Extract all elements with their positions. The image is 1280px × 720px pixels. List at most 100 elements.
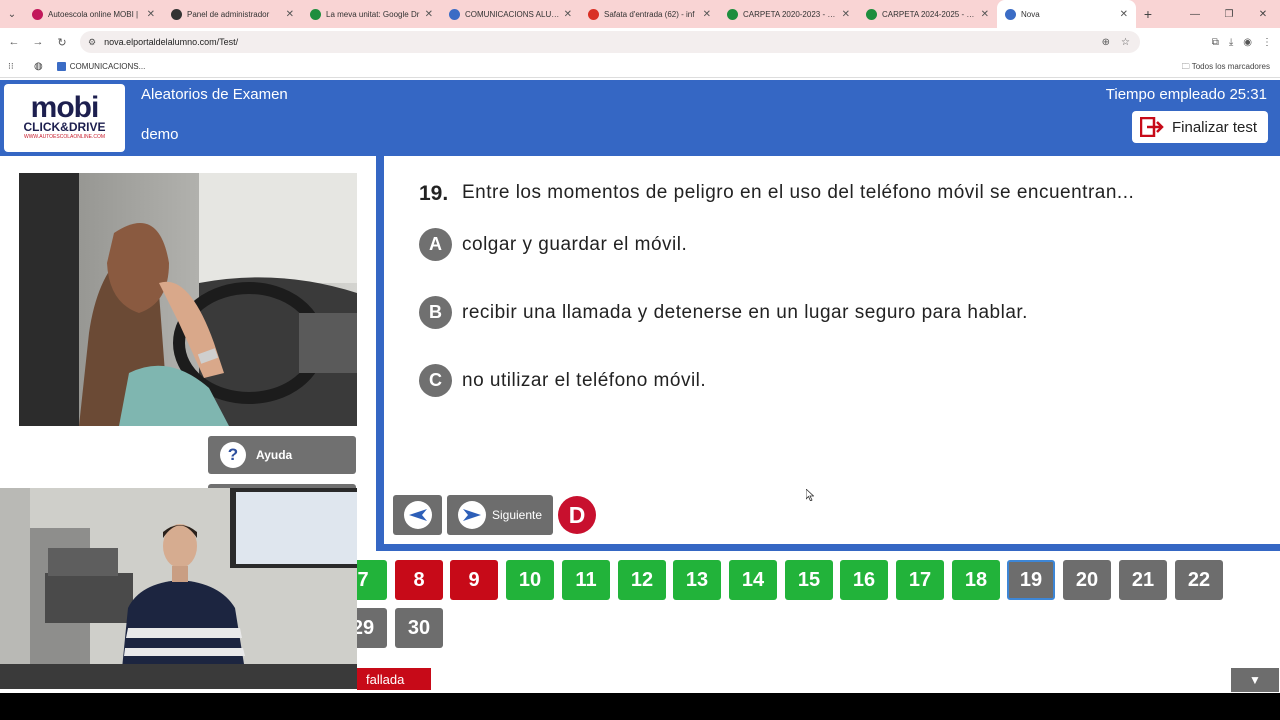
question-button[interactable]: 30 (395, 608, 443, 648)
question-button[interactable]: 10 (506, 560, 554, 600)
browser-tab-bar: ⌄ Autoescola online MOBI | ✕ Panel de admi… (0, 0, 1280, 28)
tab-close-icon[interactable]: ✕ (1120, 9, 1128, 20)
browser-tab[interactable]: Safata d'entrada (62) - inf ✕ (580, 0, 719, 28)
apps-icon[interactable]: ⁝⁝ (8, 61, 22, 72)
question-number: 19. (419, 182, 449, 205)
url-field[interactable]: ⚙ nova.elportaldelalumno.com/Test/ ⊕ ☆ (80, 31, 1140, 53)
browser-tab[interactable]: Panel de administrador ✕ (163, 0, 302, 28)
tab-label: Autoescola online MOBI | (48, 9, 139, 19)
forward-icon[interactable]: → (26, 36, 50, 48)
bookmark-star-icon[interactable]: ☆ (1121, 37, 1130, 48)
back-icon[interactable]: ← (2, 36, 26, 48)
answer-b[interactable]: B recibir una llamada y detenerse en un … (419, 296, 1028, 329)
minimize-icon[interactable]: — (1178, 9, 1212, 20)
navigation-row: Siguiente D (393, 495, 596, 535)
scroll-down-button[interactable]: ▼ (1231, 668, 1279, 692)
menu-icon[interactable]: ⋮ (1262, 37, 1272, 48)
address-bar: ← → ↻ ⚙ nova.elportaldelalumno.com/Test/… (0, 28, 1280, 56)
tab-close-icon[interactable]: ✕ (981, 9, 989, 20)
previous-button[interactable] (393, 495, 442, 535)
help-label: Ayuda (256, 448, 293, 462)
tab-favicon-icon (1005, 8, 1016, 20)
zoom-icon[interactable]: ⊕ (1102, 37, 1110, 48)
next-button[interactable]: Siguiente (447, 495, 553, 535)
profile-icon[interactable]: ◉ (1243, 37, 1252, 48)
restore-icon[interactable]: ❐ (1212, 9, 1246, 20)
question-button[interactable]: 9 (450, 560, 498, 600)
section-divider (376, 544, 1280, 551)
logo-sub: CLICK&DRIVE (23, 120, 106, 134)
tab-label: Panel de administrador (187, 9, 270, 19)
arrow-left-icon (403, 501, 432, 529)
help-icon: ? (220, 442, 246, 468)
browser-tab[interactable]: La meva unitat: Google Dr ✕ (302, 0, 441, 28)
tab-favicon-icon (449, 8, 460, 20)
tab-label: La meva unitat: Google Dr (326, 9, 420, 19)
tab-list-icon[interactable]: ⌄ (0, 9, 24, 20)
download-icon[interactable]: ⤓ (1229, 37, 1233, 48)
answer-c[interactable]: C no utilizar el teléfono móvil. (419, 364, 706, 397)
help-button[interactable]: ? Ayuda (208, 436, 356, 474)
browser-tab[interactable]: Autoescola online MOBI | ✕ (24, 0, 163, 28)
browser-tab[interactable]: COMUNICACIONS ALUMI ✕ (441, 0, 580, 28)
tab-favicon-icon (32, 8, 43, 20)
tab-favicon-icon (866, 8, 877, 20)
tab-close-icon[interactable]: ✕ (564, 9, 572, 20)
question-button[interactable]: 17 (896, 560, 944, 600)
finish-test-button[interactable]: Finalizar test (1132, 111, 1268, 143)
question-button[interactable]: 22 (1175, 560, 1223, 600)
tab-favicon-icon (588, 8, 599, 20)
tab-label: CARPETA 2024-2025 - Ful (882, 9, 977, 19)
question-button[interactable]: 19 (1007, 560, 1055, 600)
all-bookmarks[interactable]: 🗀 Todos los marcadores (1182, 61, 1270, 75)
question-button[interactable]: 20 (1063, 560, 1111, 600)
window-controls: — ❐ ✕ (1178, 0, 1280, 28)
new-tab-button[interactable]: + (1136, 6, 1160, 22)
test-title: Aleatorios de Examen (141, 86, 288, 103)
question-button[interactable]: 11 (562, 560, 610, 600)
tab-favicon-icon (727, 8, 738, 20)
reload-icon[interactable]: ↻ (50, 36, 74, 49)
answer-d-badge[interactable]: D (558, 496, 596, 534)
site-info-icon[interactable]: ⚙ (88, 37, 96, 48)
tab-close-icon[interactable]: ✕ (703, 9, 711, 20)
bottom-bar (0, 693, 1280, 720)
browser-tab[interactable]: CARPETA 2020-2023 - Ful ✕ (719, 0, 858, 28)
question-button[interactable]: 16 (840, 560, 888, 600)
answer-letter: B (419, 296, 452, 329)
answer-text: colgar y guardar el móvil. (462, 233, 688, 255)
test-subtitle: demo (141, 126, 179, 143)
arrow-right-icon (458, 501, 486, 529)
answer-a[interactable]: A colgar y guardar el móvil. (419, 228, 687, 261)
extensions-icon[interactable]: ⧉ (1212, 37, 1219, 48)
bookmark-globe[interactable]: ◍ (34, 61, 43, 72)
tab-close-icon[interactable]: ✕ (286, 9, 294, 20)
question-button[interactable]: 12 (618, 560, 666, 600)
question-button[interactable]: 18 (952, 560, 1000, 600)
tab-close-icon[interactable]: ✕ (425, 9, 433, 20)
question-button[interactable]: 8 (395, 560, 443, 600)
tab-close-icon[interactable]: ✕ (147, 9, 155, 20)
question-text: Entre los momentos de peligro en el uso … (462, 182, 1135, 203)
next-label: Siguiente (492, 508, 543, 522)
bookmark-comunicacions[interactable]: COMUNICACIONS... (56, 62, 145, 71)
bookmarks-bar: ⁝⁝ ◍ COMUNICACIONS... 🗀 Todos los marcad… (0, 56, 1280, 78)
browser-tab[interactable]: CARPETA 2024-2025 - Ful ✕ (858, 0, 997, 28)
tab-label: Safata d'entrada (62) - inf (604, 9, 695, 19)
app-header: mobi CLICK&DRIVE WWW.AUTOESCOLAONLINE.CO… (0, 80, 1280, 156)
browser-tab[interactable]: Nova ✕ (997, 0, 1136, 28)
exit-icon (1140, 117, 1164, 137)
tab-close-icon[interactable]: ✕ (842, 9, 850, 20)
left-panel: ? Ayuda (0, 156, 376, 544)
webcam-overlay (0, 488, 357, 689)
logo-main: mobi (30, 91, 100, 124)
answer-letter: C (419, 364, 452, 397)
question-button[interactable]: 21 (1119, 560, 1167, 600)
close-window-icon[interactable]: ✕ (1246, 9, 1280, 20)
question-button[interactable]: 13 (673, 560, 721, 600)
finish-test-label: Finalizar test (1172, 118, 1258, 136)
tab-favicon-icon (310, 8, 321, 20)
tab-label: CARPETA 2020-2023 - Ful (743, 9, 838, 19)
question-button[interactable]: 15 (785, 560, 833, 600)
question-button[interactable]: 14 (729, 560, 777, 600)
